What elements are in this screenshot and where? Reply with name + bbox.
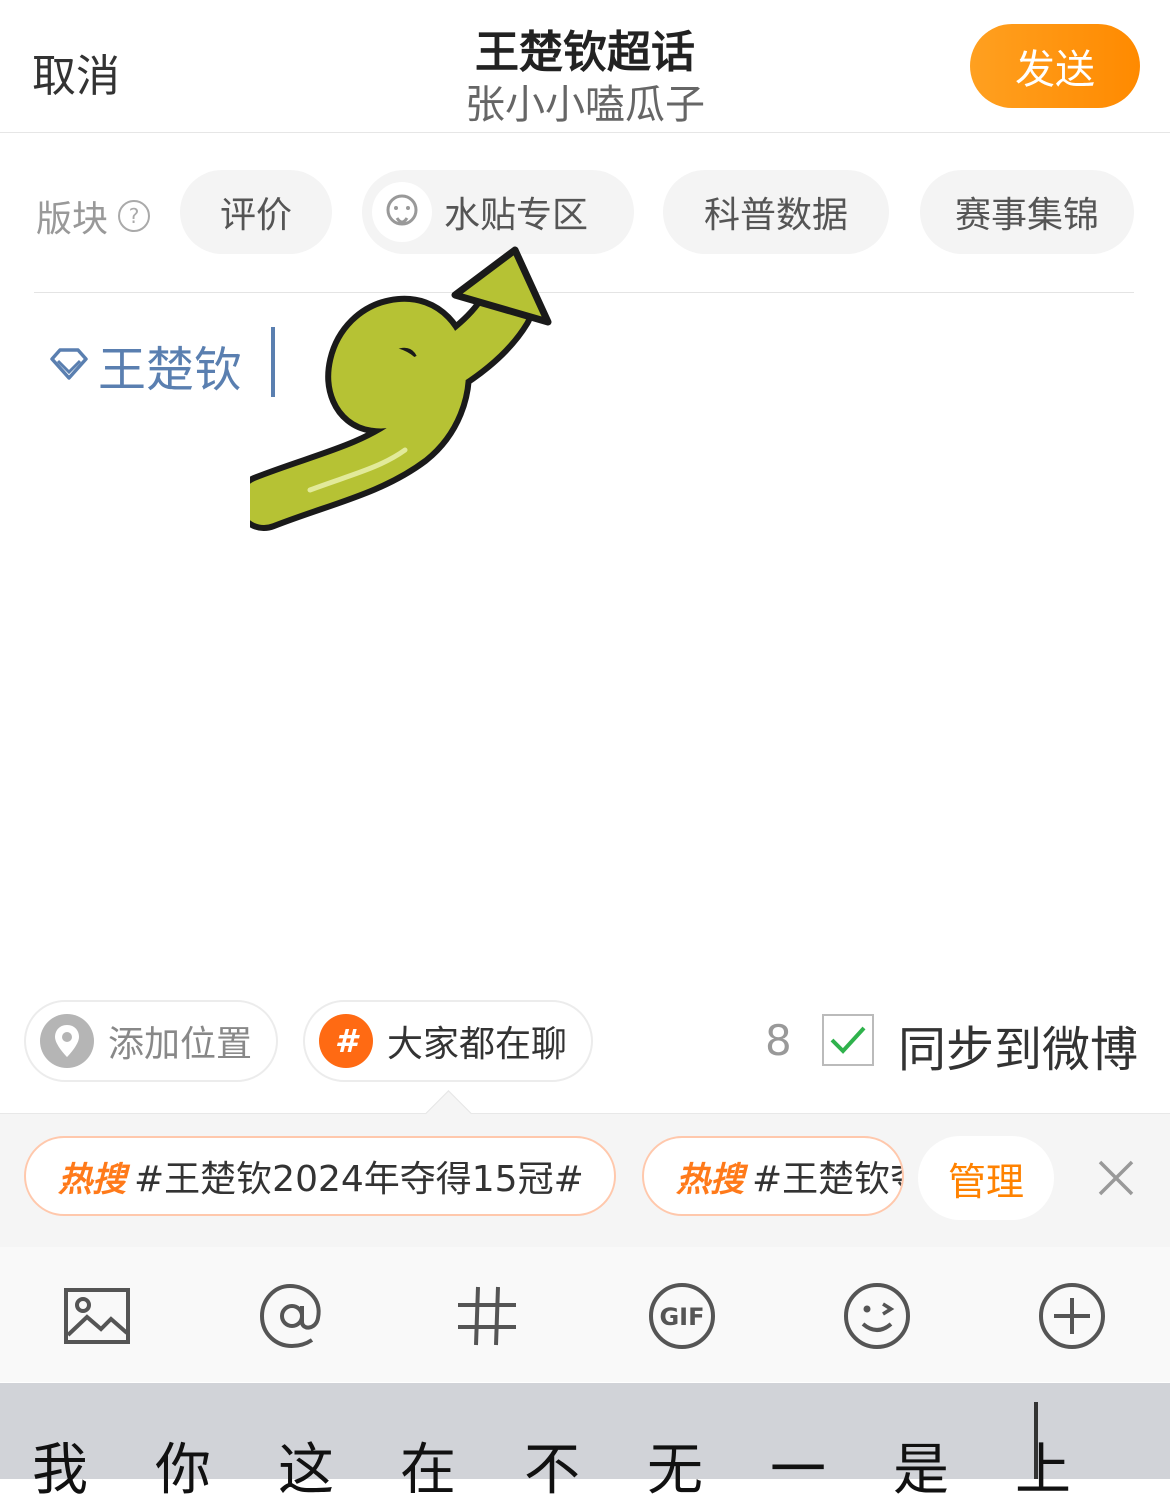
hot-search-chip[interactable]: 热搜 #王楚钦夺 bbox=[642, 1136, 904, 1216]
section-chip-label: 水贴专区 bbox=[444, 195, 589, 236]
location-pin-icon bbox=[40, 1014, 94, 1068]
sync-label: 同步到微博 bbox=[898, 1022, 1139, 1078]
hot-badge: 热搜 bbox=[676, 1159, 744, 1200]
trending-topics-button[interactable]: # 大家都在聊 bbox=[303, 1000, 593, 1082]
keyboard-candidate[interactable]: 是 bbox=[893, 1425, 949, 1506]
hot-badge: 热搜 bbox=[58, 1159, 126, 1200]
add-location-button[interactable]: 添加位置 bbox=[24, 1000, 278, 1082]
hot-search-chip[interactable]: 热搜 #王楚钦2024年夺得15冠# bbox=[24, 1136, 616, 1216]
add-location-label: 添加位置 bbox=[108, 1024, 253, 1065]
divider bbox=[34, 292, 1134, 293]
hashtag-badge-icon: # bbox=[319, 1014, 373, 1068]
section-chip-science[interactable]: 科普数据 bbox=[663, 170, 889, 254]
close-icon[interactable] bbox=[1092, 1154, 1140, 1202]
keyboard-candidate[interactable]: 不 bbox=[524, 1425, 580, 1506]
char-count: 8 bbox=[765, 1016, 792, 1065]
hot-search-text: #王楚钦夺 bbox=[752, 1159, 902, 1200]
section-chip-label: 评价 bbox=[219, 195, 292, 236]
keyboard-candidate[interactable]: 这 bbox=[278, 1425, 334, 1506]
section-chip-label: 赛事集锦 bbox=[954, 195, 1099, 236]
topic-tag-text: 王楚钦 bbox=[98, 342, 243, 398]
section-chip-highlights[interactable]: 赛事集锦 bbox=[920, 170, 1134, 254]
section-label: 版块 bbox=[36, 199, 109, 240]
keyboard-candidate[interactable]: 你 bbox=[155, 1425, 211, 1506]
gif-icon[interactable]: GIF bbox=[647, 1281, 717, 1351]
keyboard-candidate[interactable]: 在 bbox=[400, 1425, 456, 1506]
section-label-group: 版块 ? bbox=[36, 190, 151, 242]
svg-text:GIF: GIF bbox=[659, 1303, 704, 1331]
trending-topics-label: 大家都在聊 bbox=[387, 1024, 568, 1065]
topic-tag[interactable]: 王楚钦 bbox=[48, 330, 242, 400]
image-icon[interactable] bbox=[62, 1281, 132, 1351]
keyboard-candidate[interactable]: 上 bbox=[1015, 1425, 1071, 1506]
plus-circle-icon[interactable] bbox=[1037, 1281, 1107, 1351]
keyboard-candidate[interactable]: 我 bbox=[32, 1425, 88, 1506]
hashtag-icon[interactable] bbox=[452, 1281, 522, 1351]
section-chip-label: 科普数据 bbox=[703, 195, 848, 236]
question-circle-icon[interactable]: ? bbox=[118, 200, 151, 232]
emoji-icon[interactable] bbox=[842, 1281, 912, 1351]
keyboard-separator bbox=[1034, 1402, 1038, 1479]
keyboard-candidate[interactable]: 无 bbox=[647, 1425, 703, 1506]
check-icon bbox=[830, 1026, 866, 1054]
hot-search-text: #王楚钦2024年夺得15冠# bbox=[134, 1159, 584, 1200]
at-icon[interactable] bbox=[257, 1281, 327, 1351]
green-curly-arrow-icon bbox=[250, 246, 552, 531]
face-icon bbox=[372, 182, 432, 242]
diamond-icon bbox=[48, 337, 90, 393]
keyboard-candidate[interactable]: 一 bbox=[770, 1425, 826, 1506]
send-button[interactable]: 发送 bbox=[970, 24, 1140, 108]
composer-toolbar bbox=[0, 1247, 1170, 1382]
sync-checkbox[interactable] bbox=[822, 1014, 874, 1066]
manage-button[interactable]: 管理 bbox=[918, 1136, 1054, 1220]
